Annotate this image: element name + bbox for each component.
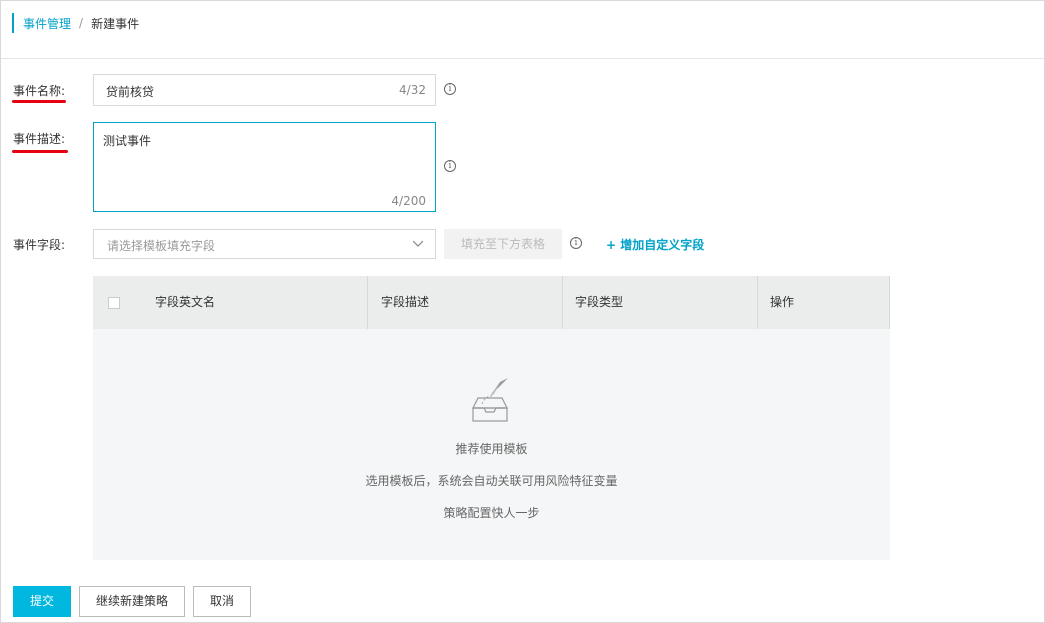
event-name-counter: 4/32 bbox=[399, 83, 426, 97]
header-divider bbox=[1, 58, 1044, 59]
breadcrumb-separator: / bbox=[79, 16, 84, 30]
event-fields-info-icon[interactable]: i bbox=[570, 237, 582, 249]
empty-state-line-1: 选用模板后，系统会自动关联可用风险特征变量 bbox=[365, 474, 618, 488]
add-custom-field-link[interactable]: + 增加自定义字段 bbox=[606, 236, 704, 253]
breadcrumb-current: 新建事件 bbox=[91, 16, 140, 31]
empty-inbox-icon bbox=[472, 378, 508, 422]
fill-table-button[interactable]: 填充至下方表格 bbox=[444, 229, 562, 259]
column-header-field-name: 字段英文名 bbox=[155, 295, 216, 309]
column-divider bbox=[889, 276, 890, 329]
event-fields-label: 事件字段: bbox=[13, 238, 66, 252]
event-description-label: 事件描述: bbox=[13, 132, 66, 146]
chevron-down-icon bbox=[413, 240, 423, 247]
fields-table: 字段英文名 字段描述 字段类型 操作 推荐使用模板 选用模板后，系统会自动关联可… bbox=[93, 276, 890, 560]
cancel-button[interactable]: 取消 bbox=[193, 586, 251, 617]
event-description-counter: 4/200 bbox=[391, 194, 426, 208]
event-description-textarea[interactable]: 测试事件 4/200 bbox=[93, 122, 436, 212]
breadcrumb: 事件管理 / 新建事件 bbox=[12, 13, 139, 33]
event-name-info-icon[interactable]: i bbox=[444, 83, 456, 95]
column-divider bbox=[367, 276, 368, 329]
column-header-field-type: 字段类型 bbox=[575, 295, 624, 309]
select-all-checkbox[interactable] bbox=[108, 297, 120, 309]
annotation-underline-description bbox=[12, 150, 68, 153]
submit-button[interactable]: 提交 bbox=[13, 586, 71, 617]
event-name-input[interactable]: 贷前核贷 4/32 bbox=[93, 74, 436, 106]
template-select-placeholder: 请选择模板填充字段 bbox=[107, 239, 216, 253]
column-divider bbox=[562, 276, 563, 329]
event-name-value: 贷前核贷 bbox=[106, 85, 155, 99]
event-description-value: 测试事件 bbox=[103, 134, 152, 148]
empty-state-line-2: 策略配置快人一步 bbox=[443, 506, 540, 520]
event-description-info-icon[interactable]: i bbox=[444, 160, 456, 172]
template-select[interactable]: 请选择模板填充字段 bbox=[93, 229, 436, 259]
event-name-label: 事件名称: bbox=[13, 84, 66, 98]
column-header-actions: 操作 bbox=[770, 295, 795, 309]
empty-state-title: 推荐使用模板 bbox=[455, 442, 528, 456]
table-header: 字段英文名 字段描述 字段类型 操作 bbox=[93, 276, 890, 329]
column-header-field-description: 字段描述 bbox=[381, 295, 430, 309]
continue-new-strategy-button[interactable]: 继续新建策略 bbox=[79, 586, 185, 617]
breadcrumb-event-management-link[interactable]: 事件管理 bbox=[23, 15, 71, 32]
annotation-underline-name bbox=[12, 100, 66, 103]
column-divider bbox=[757, 276, 758, 329]
